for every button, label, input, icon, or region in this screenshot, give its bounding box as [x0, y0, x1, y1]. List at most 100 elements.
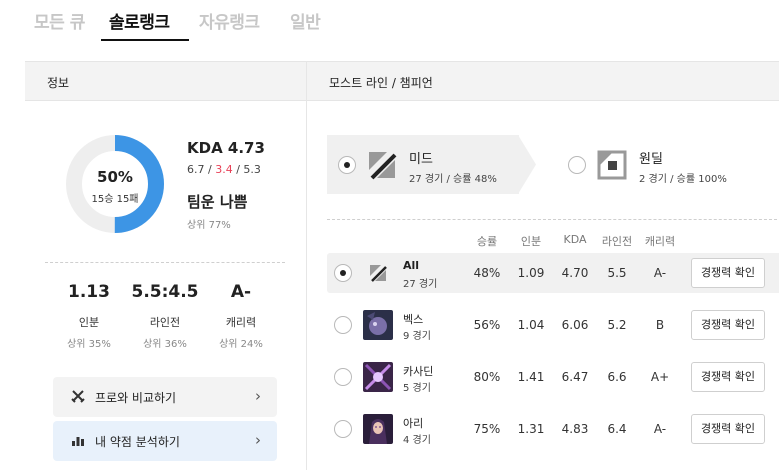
lane-radio-adc[interactable] [568, 156, 586, 174]
lane-card-adc[interactable]: 원딜 2 경기 / 승률 100% [557, 135, 757, 194]
stat-rank: 상위 24% [219, 339, 263, 350]
cell-inbun: 1.31 [517, 422, 545, 436]
competitiveness-button[interactable]: 경쟁력 확인 [691, 414, 765, 444]
stat-lane: 5.5:4.5 라인전 상위 36% [125, 282, 205, 350]
champion-name: 아리 [403, 417, 424, 430]
tab-all-queue[interactable]: 모든 큐 [34, 8, 85, 33]
row-radio[interactable] [334, 420, 352, 438]
winrate-percent: 50% [97, 168, 133, 186]
stat-label: 인분 [78, 316, 100, 329]
kda-kills: 6.7 [187, 163, 205, 176]
stat-rank: 상위 36% [143, 339, 187, 350]
kda-breakdown: 6.7 / 3.4 / 5.3 [187, 163, 261, 176]
cell-lane: 5.5 [607, 266, 627, 280]
cell-inbun: 1.41 [517, 370, 545, 384]
compare-pro-label: 프로와 비교하기 [95, 391, 177, 405]
lane-card-mid[interactable]: 미드 27 경기 / 승률 48% [327, 135, 536, 194]
cell-inbun: 1.04 [517, 318, 545, 332]
tab-solo-rank[interactable]: 솔로랭크 [109, 8, 170, 33]
mid-lane-icon [369, 152, 397, 180]
competitiveness-button[interactable]: 경쟁력 확인 [691, 362, 765, 392]
lane-name-mid: 미드 [409, 152, 433, 167]
row-radio[interactable] [334, 368, 352, 386]
chart-icon [72, 437, 84, 446]
weakness-label: 내 약점 분석하기 [95, 435, 180, 449]
cell-carry: B [655, 318, 665, 332]
cell-winrate: 48% [473, 266, 501, 280]
info-panel-title: 정보 [47, 76, 70, 90]
champion-portrait-kassadin [363, 362, 393, 392]
lane-radio-mid[interactable] [338, 156, 356, 174]
cell-kda: 6.47 [561, 370, 589, 384]
cell-lane: 5.2 [607, 318, 627, 332]
cell-winrate: 80% [473, 370, 501, 384]
champion-row-vex[interactable]: 벡스 9 경기 56% 1.04 6.06 5.2 B 경쟁력 확인 [327, 305, 779, 345]
stat-value: A- [230, 282, 252, 302]
cell-kda: 4.83 [561, 422, 589, 436]
divider [45, 262, 285, 263]
divider [327, 219, 777, 220]
stat-label: 캐리력 [225, 316, 257, 329]
col-winrate: 승률 [476, 235, 498, 248]
kda-title: KDA 4.73 [187, 139, 265, 157]
donut-center: 50% 15승 15패 [65, 134, 165, 234]
row-radio[interactable] [334, 264, 352, 282]
tab-flex-rank[interactable]: 자유랭크 [199, 8, 260, 33]
col-inbun: 인분 [520, 235, 542, 248]
most-lane-panel: 모스트 라인 / 챔피언 미드 27 경기 / 승률 48% 원딜 2 경기 /… [306, 61, 779, 470]
competitiveness-button[interactable]: 경쟁력 확인 [691, 310, 765, 340]
info-panel-header: 정보 [25, 61, 306, 101]
most-lane-title: 모스트 라인 / 챔피언 [329, 76, 433, 90]
champion-portrait-ahri [363, 414, 393, 444]
champion-name: All [403, 259, 420, 272]
cell-inbun: 1.09 [517, 266, 545, 280]
col-lane: 라인전 [601, 235, 633, 248]
champion-name: 벡스 [403, 313, 424, 326]
lane-stats-adc: 2 경기 / 승률 100% [639, 174, 727, 185]
active-tab-underline [101, 39, 189, 41]
stat-label: 라인전 [149, 316, 181, 329]
team-luck-rank: 상위 77% [187, 220, 231, 231]
chevron-right-icon: › [255, 387, 261, 405]
cell-carry: A- [653, 266, 667, 280]
cell-carry: A+ [650, 370, 670, 384]
win-loss-record: 15승 15패 [91, 194, 139, 205]
champion-games: 4 경기 [403, 435, 431, 446]
row-radio[interactable] [334, 316, 352, 334]
champion-games: 9 경기 [403, 331, 431, 342]
queue-tabs: 모든 큐 솔로랭크 자유랭크 일반 [0, 0, 779, 44]
cell-carry: A- [653, 422, 667, 436]
weakness-analysis-button[interactable]: 내 약점 분석하기 › [53, 421, 277, 461]
swords-icon [71, 390, 85, 403]
competitiveness-button[interactable]: 경쟁력 확인 [691, 258, 765, 288]
mid-lane-icon [370, 265, 387, 282]
stat-carry: A- 캐리력 상위 24% [201, 282, 281, 350]
cell-winrate: 75% [473, 422, 501, 436]
cell-winrate: 56% [473, 318, 501, 332]
cell-kda: 4.70 [561, 266, 589, 280]
info-panel: 정보 50% 15승 15패 KDA 4.73 6.7 / 3.4 / 5.3 … [25, 61, 306, 470]
lane-card-arrow [518, 135, 536, 194]
team-luck-title: 팀운 나쁨 [187, 193, 248, 211]
champion-games: 27 경기 [403, 279, 438, 290]
lane-name-adc: 원딜 [639, 152, 663, 167]
kda-assists: 5.3 [243, 163, 261, 176]
cell-lane: 6.6 [607, 370, 627, 384]
champion-row-all[interactable]: All 27 경기 48% 1.09 4.70 5.5 A- 경쟁력 확인 [327, 253, 779, 293]
champion-row-ahri[interactable]: 아리 4 경기 75% 1.31 4.83 6.4 A- 경쟁력 확인 [327, 409, 779, 449]
champion-name: 카사딘 [403, 365, 434, 378]
champion-row-kassadin[interactable]: 카사딘 5 경기 80% 1.41 6.47 6.6 A+ 경쟁력 확인 [327, 357, 779, 397]
bot-lane-icon [597, 150, 627, 180]
most-lane-header: 모스트 라인 / 챔피언 [307, 61, 779, 101]
champion-games: 5 경기 [403, 383, 431, 394]
lane-stats-mid: 27 경기 / 승률 48% [409, 174, 497, 185]
tab-normal[interactable]: 일반 [290, 8, 321, 33]
champion-portrait-vex [363, 310, 393, 340]
stat-inbun: 1.13 인분 상위 35% [49, 282, 129, 350]
col-carry: 캐리력 [644, 235, 676, 248]
kda-deaths: 3.4 [215, 163, 233, 176]
stat-value: 1.13 [68, 282, 110, 302]
col-kda: KDA [563, 233, 587, 246]
compare-pro-button[interactable]: 프로와 비교하기 › [53, 377, 277, 417]
stat-value: 5.5:4.5 [131, 282, 199, 302]
